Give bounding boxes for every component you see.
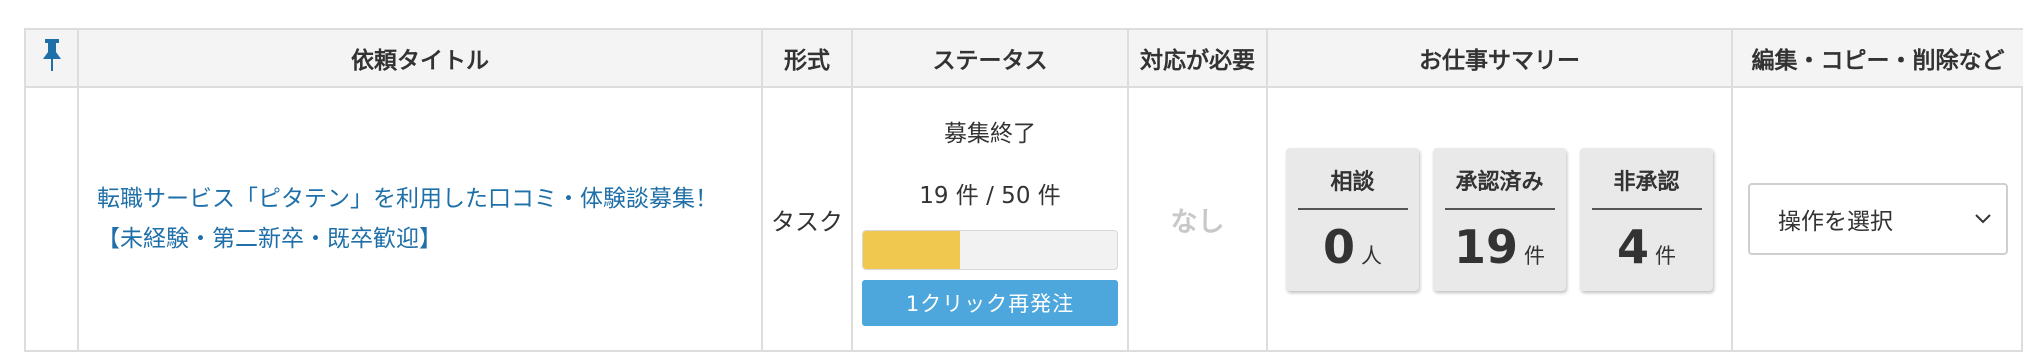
summary-value: 4 xyxy=(1616,219,1649,274)
header-summary: お仕事サマリー xyxy=(1268,30,1733,88)
header-format: 形式 xyxy=(763,30,853,88)
summary-unit: 件 xyxy=(1655,243,1676,268)
summary-box-approved: 承認済み 19 件 xyxy=(1433,147,1566,291)
summary-unit: 人 xyxy=(1361,243,1382,268)
summary-box-consult: 相談 0 人 xyxy=(1286,147,1419,291)
status-label: 募集終了 xyxy=(944,121,1036,147)
header-edit: 編集・コピー・削除など xyxy=(1733,30,2023,88)
summary-unit: 件 xyxy=(1524,243,1545,268)
summary-value: 0 xyxy=(1322,219,1355,274)
action-select[interactable]: 操作を選択 xyxy=(1748,183,2008,255)
progress-fill xyxy=(863,231,960,269)
progress-bar xyxy=(862,230,1118,270)
header-status: ステータス xyxy=(853,30,1129,88)
status-count: 19 件 / 50 件 xyxy=(919,183,1061,209)
row-edit-cell: 操作を選択 xyxy=(1733,88,2023,350)
summary-label: 承認済み xyxy=(1444,164,1555,210)
summary-label: 非承認 xyxy=(1591,164,1702,210)
row-format-cell: タスク xyxy=(763,88,853,350)
row-action-required-cell: なし xyxy=(1129,88,1268,350)
header-pin xyxy=(26,30,79,88)
action-select-label: 操作を選択 xyxy=(1778,209,1893,235)
request-table: 依頼タイトル 形式 ステータス 対応が必要 お仕事サマリー 編集・コピー・削除な… xyxy=(24,28,2023,352)
header-action-required: 対応が必要 xyxy=(1129,30,1268,88)
action-required-value: なし xyxy=(1170,206,1225,238)
chevron-down-icon xyxy=(1974,210,1992,229)
row-pin-cell xyxy=(26,88,79,350)
summary-box-rejected: 非承認 4 件 xyxy=(1580,147,1713,291)
row-title-cell: 転職サービス「ピタテン」を利用した口コミ・体験談募集！ 【未経験・第二新卒・既卒… xyxy=(79,88,763,350)
request-title-link[interactable]: 転職サービス「ピタテン」を利用した口コミ・体験談募集！ 【未経験・第二新卒・既卒… xyxy=(79,179,761,259)
request-title-line2: 【未経験・第二新卒・既卒歓迎】 xyxy=(97,226,442,252)
pin-icon xyxy=(42,39,62,77)
request-title-line1: 転職サービス「ピタテン」を利用した口コミ・体験談募集！ xyxy=(97,186,718,212)
header-title: 依頼タイトル xyxy=(79,30,763,88)
reorder-button[interactable]: 1クリック再発注 xyxy=(862,280,1118,326)
row-summary-cell: 相談 0 人 承認済み 19 件 非承認 4 件 xyxy=(1268,88,1733,350)
summary-label: 相談 xyxy=(1297,164,1408,210)
row-status-cell: 募集終了 19 件 / 50 件 1クリック再発注 xyxy=(853,88,1129,350)
summary-value: 19 xyxy=(1453,219,1518,274)
format-text: タスク xyxy=(771,207,843,236)
